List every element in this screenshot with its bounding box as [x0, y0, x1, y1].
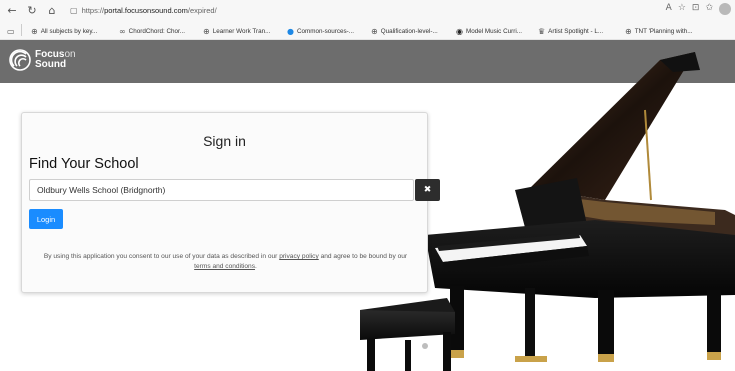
bookmark-item[interactable]: ⊕ All subjects by key...	[31, 24, 97, 38]
favorite-star-icon[interactable]: ☆	[678, 3, 686, 15]
terms-link[interactable]: terms and conditions	[194, 263, 255, 270]
sign-in-card: Sign in Find Your School Oldbury Wells S…	[21, 112, 440, 293]
close-icon: ✖	[423, 185, 432, 195]
globe-icon: ⊕	[625, 26, 632, 36]
bookmark-item[interactable]: ⊕ Learner Work Tran...	[203, 24, 270, 38]
logo-sound: Sound	[35, 59, 67, 70]
sign-in-title: Sign in	[203, 133, 246, 149]
bookmark-label: Qualification-level-...	[380, 27, 438, 35]
bookmark-item[interactable]: ● Common-sources-...	[287, 24, 354, 38]
url-path: /expired/	[187, 6, 217, 15]
bookmark-label: Artist Spotlight - L...	[548, 27, 604, 35]
bookmark-label: Common-sources-...	[296, 27, 355, 35]
consent-end: .	[255, 263, 257, 270]
globe-icon: ⊕	[203, 26, 210, 36]
sound-wave-logo-icon	[9, 49, 31, 71]
bookmark-label: Learner Work Tran...	[212, 27, 271, 35]
bookmark-item[interactable]: ◉ Model Music Curri...	[456, 24, 522, 38]
favorites-icon[interactable]: ✩	[705, 3, 713, 15]
extension-icon[interactable]: ⊡	[692, 3, 700, 15]
globe-icon: ⊕	[371, 26, 378, 36]
spotlight-icon: ♛	[538, 26, 546, 36]
globe-icon: ⊕	[31, 26, 38, 36]
back-icon[interactable]: ←	[4, 3, 20, 19]
bookmark-label: Model Music Curri...	[465, 27, 522, 35]
clear-school-button[interactable]: ✖	[415, 179, 440, 201]
url-host: portal.focusonsound.com	[104, 6, 188, 15]
consent-pre: By using this application you consent to…	[43, 253, 280, 260]
address-row: ← ↻ ⌂ ▢ https://portal.focusonsound.com /…	[0, 0, 735, 21]
bookmarks-folder-icon[interactable]: ▭	[7, 24, 18, 38]
bookmark-item[interactable]: ∞ ChordChord: Chor...	[119, 24, 185, 38]
focus-on-sound-logo[interactable]: Focuson Sound	[9, 49, 76, 71]
logo-wordmark: Focuson Sound	[35, 50, 76, 70]
chord-icon: ∞	[119, 26, 126, 36]
consent-text: By using this application you consent to…	[29, 252, 422, 272]
site-info-icon[interactable]: ▢	[70, 6, 78, 15]
bookmark-label: ChordChord: Chor...	[128, 27, 186, 35]
school-search-input[interactable]: Oldbury Wells School (Bridgnorth)	[29, 179, 414, 201]
consent-mid: and agree to be bound by our	[318, 253, 408, 260]
bookmark-label: TNT 'Planning with...	[634, 27, 693, 35]
logo-on: on	[64, 49, 76, 60]
home-icon[interactable]: ⌂	[44, 3, 60, 19]
dark-circle-icon: ◉	[456, 26, 463, 36]
blue-circle-icon: ●	[287, 26, 294, 36]
bookmarks-bar: ▭ ⊕ All subjects by key... ∞ ChordChord: C…	[0, 21, 735, 40]
profile-avatar[interactable]	[719, 3, 731, 15]
bookmark-item[interactable]: ⊕ Qualification-level-...	[371, 24, 438, 38]
address-bar[interactable]: ▢ https://portal.focusonsound.com/expire…	[66, 3, 221, 19]
bookmark-item[interactable]: ♛ Artist Spotlight - L...	[538, 24, 603, 38]
privacy-policy-link[interactable]: privacy policy	[279, 253, 319, 260]
page-content: Focuson Sound Sign in Find Your School O…	[0, 40, 735, 371]
bookmark-item[interactable]: ⊕ TNT 'Planning with...	[625, 24, 693, 38]
bookmarks-divider	[21, 24, 22, 36]
toolbar-right: A ☆ ⊡ ✩	[666, 3, 731, 15]
browser-chrome: ← ↻ ⌂ ▢ https://portal.focusonsound.com /…	[0, 0, 735, 40]
login-button[interactable]: Login	[29, 209, 63, 229]
read-aloud-icon[interactable]: A	[666, 3, 672, 15]
find-school-label: Find Your School	[29, 156, 139, 172]
bookmark-label: All subjects by key...	[40, 27, 98, 35]
reload-icon[interactable]: ↻	[24, 3, 40, 19]
url-prefix: https://	[81, 6, 105, 15]
